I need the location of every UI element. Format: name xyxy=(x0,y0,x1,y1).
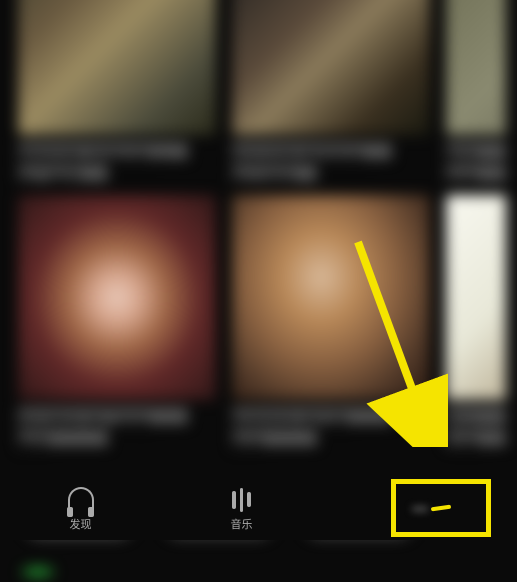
playlist-subtitle: 推荐 xyxy=(18,430,108,446)
playlist-card[interactable]: 音乐专辑 推荐歌单 每日更新 xyxy=(232,0,430,187)
playlist-title: 新歌首发 排行榜 xyxy=(232,408,392,424)
playlist-title: 流行歌手 热门单曲 xyxy=(18,408,188,424)
playlist-title: 音乐专辑 推荐歌单 xyxy=(232,143,392,159)
playlist-card[interactable]: 播放列表 专辑封面 一 热门推荐 xyxy=(18,0,216,187)
nav-mine[interactable] xyxy=(390,499,450,519)
playlist-thumbnail xyxy=(232,195,430,400)
playlist-card[interactable]: 艺人 专辑 xyxy=(446,195,506,452)
playlist-thumbnail xyxy=(232,0,430,135)
content-row: 播放列表 专辑封面 一 热门推荐 音乐专辑 推荐歌单 每日更新 精选 单曲 xyxy=(18,0,499,187)
playlist-card[interactable]: 流行歌手 热门单曲 推荐 xyxy=(18,195,216,452)
playlist-subtitle: 单曲 xyxy=(446,165,506,181)
playlist-thumbnail xyxy=(446,0,506,135)
playlist-subtitle: 专辑 xyxy=(446,430,506,446)
nav-label: 音乐 xyxy=(231,516,253,532)
playlist-card[interactable]: 新歌首发 排行榜 歌单 xyxy=(232,195,430,452)
playlist-subtitle: 热门推荐 xyxy=(18,165,108,181)
playlist-subtitle: 歌单 xyxy=(232,430,317,446)
bottom-navigation: 发现 音乐 xyxy=(0,478,517,540)
nav-discover[interactable]: 发现 xyxy=(68,487,94,532)
playlist-thumbnail xyxy=(446,195,506,400)
playlist-thumbnail xyxy=(18,195,216,400)
content-row: 流行歌手 热门单曲 推荐 新歌首发 排行榜 歌单 艺人 专辑 xyxy=(18,195,499,452)
headphones-icon xyxy=(68,487,94,513)
nav-label: 发现 xyxy=(70,516,92,532)
playlist-title: 播放列表 专辑封面 一 xyxy=(18,143,188,159)
playlist-title: 艺人 xyxy=(446,408,506,424)
equalizer-icon xyxy=(229,487,255,513)
playlist-title: 精选 xyxy=(446,143,506,159)
nav-music[interactable]: 音乐 xyxy=(229,487,255,532)
waveform-icon xyxy=(18,567,58,577)
playlist-subtitle: 每日更新 xyxy=(232,165,317,181)
playlist-thumbnail xyxy=(18,0,216,135)
playlist-card[interactable]: 精选 单曲 xyxy=(446,0,506,187)
mini-player-icon xyxy=(390,499,450,519)
